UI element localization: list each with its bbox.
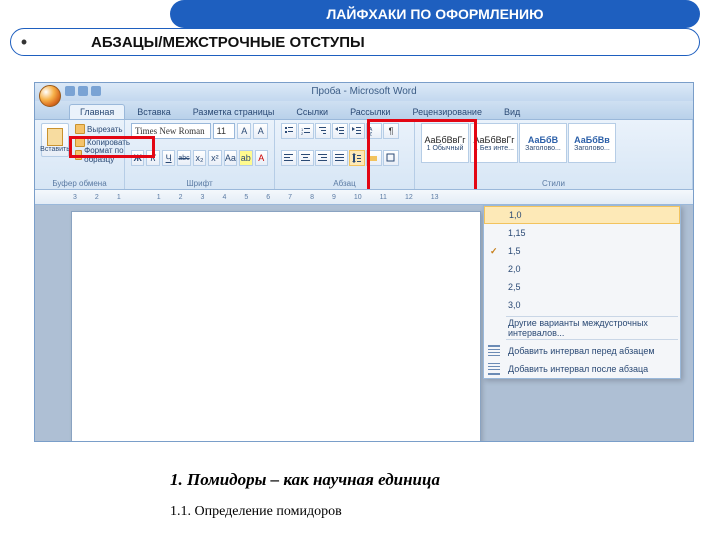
underline-button[interactable]: Ч bbox=[162, 150, 175, 166]
show-marks-button[interactable]: ¶ bbox=[383, 123, 399, 139]
grow-font-button[interactable]: A bbox=[237, 123, 252, 139]
shrink-font-button[interactable]: A bbox=[253, 123, 268, 139]
slide-subhead-box: • АБЗАЦЫ/МЕЖСТРОЧНЫЕ ОТСТУПЫ bbox=[10, 28, 700, 56]
svg-text:Z: Z bbox=[369, 132, 372, 136]
ribbon-tabs: Главная Вставка Разметка страницы Ссылки… bbox=[35, 101, 693, 119]
ls-add-space-before[interactable]: Добавить интервал перед абзацем bbox=[484, 342, 680, 360]
ls-option-2-5[interactable]: 2,5 bbox=[484, 278, 680, 296]
paste-button[interactable]: Вставить bbox=[41, 123, 69, 157]
ls-option-1-15[interactable]: 1,15 bbox=[484, 224, 680, 242]
line-spacing-button[interactable] bbox=[349, 150, 365, 166]
slide-banner: ЛАЙФХАКИ ПО ОФОРМЛЕНИЮ bbox=[170, 0, 700, 28]
bullets-button[interactable] bbox=[281, 123, 297, 139]
word-window: Проба - Microsoft Word Главная Вставка Р… bbox=[34, 82, 694, 442]
svg-text:2: 2 bbox=[301, 131, 304, 136]
menu-separator bbox=[506, 339, 678, 340]
align-left-button[interactable] bbox=[281, 150, 297, 166]
scissors-icon bbox=[75, 124, 85, 134]
window-title: Проба - Microsoft Word bbox=[311, 86, 416, 97]
style-heading2[interactable]: АаБбВвЗаголово... bbox=[568, 123, 616, 163]
align-left-icon bbox=[284, 153, 294, 163]
doc-heading-2: 1.1. Определение помидоров bbox=[170, 504, 440, 520]
quick-access-toolbar[interactable] bbox=[65, 86, 101, 96]
line-spacing-icon bbox=[352, 153, 362, 163]
multilevel-button[interactable] bbox=[315, 123, 331, 139]
line-spacing-menu: 1,0 1,15 ✓1,5 2,0 2,5 3,0 Другие вариант… bbox=[483, 205, 681, 379]
group-label-styles: Стили bbox=[421, 179, 686, 188]
group-label-font: Шрифт bbox=[131, 179, 268, 188]
highlight-button[interactable]: ab bbox=[239, 150, 252, 166]
cut-button[interactable]: Вырезать bbox=[73, 123, 132, 135]
borders-button[interactable] bbox=[383, 150, 399, 166]
style-normal[interactable]: АаБбВвГг1 Обычный bbox=[421, 123, 469, 163]
align-center-icon bbox=[301, 153, 311, 163]
numbering-button[interactable]: 12 bbox=[298, 123, 314, 139]
tab-references[interactable]: Ссылки bbox=[286, 105, 338, 119]
ls-option-1-0[interactable]: 1,0 bbox=[484, 206, 680, 224]
group-label-clipboard: Буфер обмена bbox=[41, 179, 118, 188]
subscript-button[interactable]: x₂ bbox=[193, 150, 206, 166]
ruler[interactable]: 32112345678910111213 bbox=[35, 189, 693, 205]
align-right-icon bbox=[318, 153, 328, 163]
superscript-button[interactable]: x² bbox=[208, 150, 221, 166]
increase-indent-button[interactable] bbox=[349, 123, 365, 139]
font-size-combo[interactable]: 11 bbox=[213, 123, 235, 139]
group-styles: АаБбВвГг1 Обычный АаБбВвГг1 Без инте... … bbox=[415, 120, 693, 189]
check-icon: ✓ bbox=[490, 246, 498, 257]
numbering-icon: 12 bbox=[301, 126, 311, 136]
italic-button[interactable]: К bbox=[146, 150, 159, 166]
style-no-spacing[interactable]: АаБбВвГг1 Без инте... bbox=[470, 123, 518, 163]
tab-review[interactable]: Рецензирование bbox=[402, 105, 492, 119]
group-font: Times New Roman 11 A A Ж К Ч abc x₂ x² A… bbox=[125, 120, 275, 189]
slide-subhead: АБЗАЦЫ/МЕЖСТРОЧНЫЕ ОТСТУПЫ bbox=[91, 34, 365, 51]
brush-icon bbox=[75, 150, 82, 160]
group-label-paragraph: Абзац bbox=[281, 179, 408, 188]
sort-icon: AZ bbox=[369, 126, 379, 136]
menu-separator bbox=[506, 316, 678, 317]
font-color-button[interactable]: A bbox=[255, 150, 268, 166]
outdent-icon bbox=[335, 126, 345, 136]
bucket-icon bbox=[369, 153, 379, 163]
ls-more-options[interactable]: Другие варианты междустрочных интервалов… bbox=[484, 319, 680, 337]
ls-option-2-0[interactable]: 2,0 bbox=[484, 260, 680, 278]
ls-option-1-5[interactable]: ✓1,5 bbox=[484, 242, 680, 260]
doc-heading-1: 1. Помидоры – как научная единица bbox=[170, 470, 440, 490]
format-painter-button[interactable]: Формат по образцу bbox=[73, 149, 132, 161]
ls-add-space-after[interactable]: Добавить интервал после абзаца bbox=[484, 360, 680, 378]
bullet: • bbox=[17, 32, 31, 53]
strike-button[interactable]: abc bbox=[177, 150, 190, 166]
tab-mailings[interactable]: Рассылки bbox=[340, 105, 400, 119]
group-paragraph: 12 AZ ¶ Абзац bbox=[275, 120, 415, 189]
titlebar: Проба - Microsoft Word bbox=[35, 83, 693, 101]
font-name-combo[interactable]: Times New Roman bbox=[131, 123, 211, 139]
space-before-icon bbox=[488, 345, 502, 357]
indent-icon bbox=[352, 126, 362, 136]
tab-home[interactable]: Главная bbox=[69, 104, 125, 119]
style-heading1[interactable]: АаБбВЗаголово... bbox=[519, 123, 567, 163]
sort-button[interactable]: AZ bbox=[366, 123, 382, 139]
office-button[interactable] bbox=[39, 85, 61, 107]
justify-button[interactable] bbox=[332, 150, 348, 166]
document-area[interactable]: 1,0 1,15 ✓1,5 2,0 2,5 3,0 Другие вариант… bbox=[35, 205, 693, 441]
group-clipboard: Вставить Вырезать Копировать Формат по о… bbox=[35, 120, 125, 189]
ls-option-3-0[interactable]: 3,0 bbox=[484, 296, 680, 314]
space-after-icon bbox=[488, 363, 502, 375]
borders-icon bbox=[386, 153, 396, 163]
page[interactable] bbox=[71, 211, 481, 441]
tab-layout[interactable]: Разметка страницы bbox=[183, 105, 285, 119]
ribbon: Вставить Вырезать Копировать Формат по о… bbox=[35, 119, 693, 189]
align-right-button[interactable] bbox=[315, 150, 331, 166]
tab-view[interactable]: Вид bbox=[494, 105, 530, 119]
decrease-indent-button[interactable] bbox=[332, 123, 348, 139]
bullets-icon bbox=[284, 126, 294, 136]
document-text: 1. Помидоры – как научная единица 1.1. О… bbox=[170, 470, 440, 520]
multilevel-icon bbox=[318, 126, 328, 136]
text-effects-button[interactable]: Aa bbox=[224, 150, 237, 166]
align-center-button[interactable] bbox=[298, 150, 314, 166]
tab-insert[interactable]: Вставка bbox=[127, 105, 180, 119]
shading-button[interactable] bbox=[366, 150, 382, 166]
bold-button[interactable]: Ж bbox=[131, 150, 144, 166]
justify-icon bbox=[335, 153, 345, 163]
